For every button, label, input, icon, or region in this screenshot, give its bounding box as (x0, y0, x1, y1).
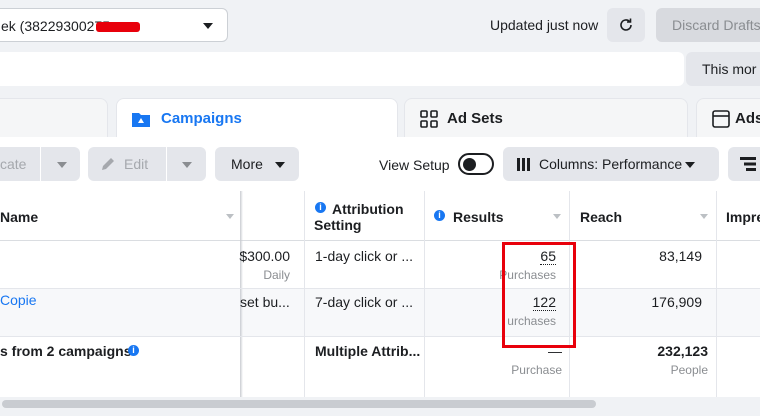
redaction-mark (96, 22, 140, 32)
updated-status: Updated just now (490, 17, 599, 33)
columns-button-label: Columns: Performance (539, 156, 683, 172)
breakdown-icon (740, 157, 756, 171)
horizontal-scrollbar[interactable] (2, 400, 596, 408)
annotation-highlight-box (502, 242, 576, 348)
tab-campaigns[interactable]: Campaigns (116, 98, 398, 138)
summary-attribution: Multiple Attrib... (315, 343, 421, 359)
reach-value: 176,909 (651, 294, 702, 310)
sort-icon[interactable] (700, 214, 708, 219)
chevron-down-icon (182, 162, 192, 168)
search-filter-bar[interactable] (0, 52, 684, 86)
info-icon[interactable]: i (128, 345, 139, 356)
date-range-button[interactable]: This mor (686, 52, 760, 86)
ad-window-icon (712, 110, 730, 128)
column-divider (716, 191, 717, 397)
column-divider (424, 191, 425, 397)
budget-type: Daily (263, 268, 290, 282)
view-setup-toggle[interactable] (458, 153, 494, 175)
budget-value: $300.00 (239, 248, 290, 264)
create-button-label: cate (0, 156, 27, 172)
tab-ad-sets-label: Ad Sets (447, 110, 503, 127)
attribution-value: 7-day click or ... (315, 294, 414, 310)
chevron-down-icon (275, 162, 285, 168)
edit-button-label: Edit (124, 156, 149, 172)
breakdown-button[interactable] (728, 147, 760, 181)
column-header-name[interactable]: Name (0, 209, 38, 225)
sort-icon[interactable] (226, 214, 234, 219)
info-icon[interactable]: i (434, 210, 445, 221)
columns-icon (517, 158, 530, 171)
column-header-attribution[interactable]: Attribution Setting (314, 201, 424, 233)
folder-icon (132, 113, 150, 127)
account-name: ek (38229300275 (1, 18, 110, 34)
tab-ads-label: Ads (735, 110, 760, 127)
columns-button[interactable]: Columns: Performance (503, 147, 719, 181)
pencil-icon (102, 158, 114, 170)
view-setup-label: View Setup (379, 157, 450, 173)
refresh-icon (620, 18, 632, 31)
tab-ad-sets[interactable]: Ad Sets (404, 98, 688, 138)
toggle-knob (463, 158, 476, 171)
budget-value: set bu... (240, 294, 290, 310)
column-header-reach[interactable]: Reach (580, 209, 622, 225)
summary-results-type: Purchase (511, 363, 562, 377)
row-divider (0, 288, 760, 289)
edit-button[interactable]: Edit (88, 147, 206, 181)
campaign-name-link[interactable]: Copie (0, 292, 37, 308)
refresh-button[interactable] (607, 8, 645, 42)
sort-icon[interactable] (553, 214, 561, 219)
chevron-down-icon[interactable] (57, 162, 67, 168)
summary-reach-type: People (670, 363, 708, 377)
summary-reach: 232,123 (657, 343, 708, 359)
reach-value: 83,149 (659, 248, 702, 264)
tab-ads[interactable]: Ads (696, 98, 760, 138)
column-header-results[interactable]: Results (453, 209, 504, 225)
tab-campaigns-label: Campaigns (161, 110, 242, 127)
row-divider (0, 336, 760, 337)
account-selector[interactable]: ek (38229300275 (0, 8, 228, 42)
more-button[interactable]: More (215, 147, 299, 181)
button-divider (40, 147, 41, 181)
column-header-impressions[interactable]: Impre (726, 209, 760, 225)
chevron-down-icon (203, 23, 213, 29)
grid-icon (420, 110, 438, 128)
tab-account-overview[interactable] (0, 98, 108, 138)
column-divider (304, 191, 305, 397)
attribution-value: 1-day click or ... (315, 248, 414, 264)
summary-label: s from 2 campaigns (0, 343, 132, 359)
discard-drafts-button[interactable]: Discard Drafts (656, 8, 760, 42)
more-button-label: More (231, 156, 263, 172)
chevron-down-icon (685, 162, 695, 168)
button-divider (166, 147, 167, 181)
